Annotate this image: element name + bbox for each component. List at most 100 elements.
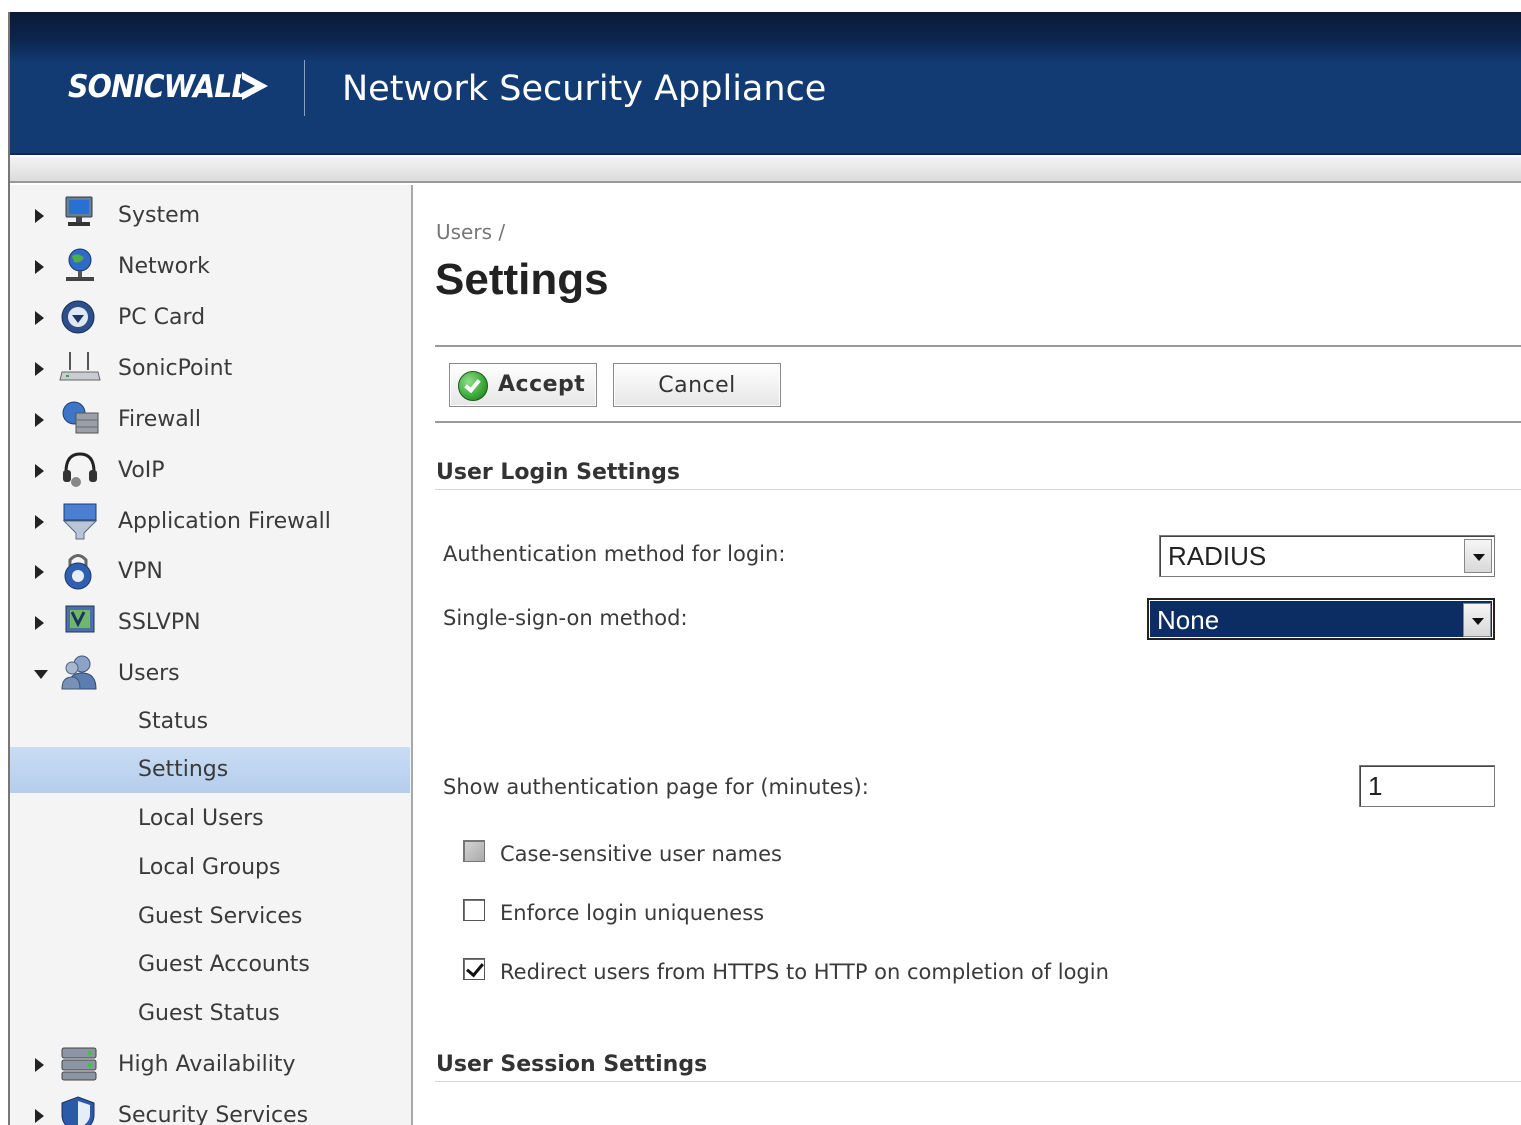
enforce-uniqueness-label: Enforce login uniqueness: [500, 901, 765, 925]
sslvpn-icon: [65, 605, 95, 633]
sidebar-item-high-availability[interactable]: High Availability: [10, 1040, 410, 1088]
expand-arrow-icon[interactable]: [35, 413, 44, 427]
auth-page-duration-label: Show authentication page for (minutes):: [443, 775, 869, 799]
sidebar-subitem-status[interactable]: Status: [10, 699, 410, 745]
redirect-https-label: Redirect users from HTTPS to HTTP on com…: [500, 960, 1109, 984]
breadcrumb[interactable]: Users /: [436, 220, 505, 244]
sidebar-nav: System Network PC Card SonicPoint Firewa…: [10, 185, 413, 1125]
sidebar-item-label: SSLVPN: [118, 610, 201, 635]
sidebar-item-application-firewall[interactable]: Application Firewall: [10, 497, 410, 545]
sidebar-item-vpn[interactable]: VPN: [10, 547, 410, 595]
sidebar-subitem-guest-accounts[interactable]: Guest Accounts: [10, 942, 410, 988]
cancel-button-label: Cancel: [658, 372, 736, 398]
header-divider: [304, 60, 305, 116]
expand-arrow-icon[interactable]: [35, 311, 44, 325]
app-header: SONICWALL Network Security Appliance: [10, 12, 1521, 155]
app-window: SONICWALL Network Security Appliance Sys…: [8, 12, 1521, 1125]
globe-network-icon: [66, 248, 94, 281]
collapse-arrow-icon[interactable]: [34, 670, 48, 679]
sidebar-item-sonicpoint[interactable]: SonicPoint: [10, 344, 410, 392]
section-title-user-session-settings: User Session Settings: [436, 1052, 708, 1077]
expand-arrow-icon[interactable]: [35, 260, 44, 274]
page-title: Settings: [435, 255, 609, 304]
sidebar-subitem-label: Guest Accounts: [138, 952, 310, 977]
sidebar-subitem-label: Settings: [138, 757, 229, 782]
redirect-https-checkbox[interactable]: [463, 958, 485, 980]
auth-method-select[interactable]: RADIUS: [1159, 535, 1495, 577]
toolbar-divider: [435, 345, 1521, 347]
firewall-globe-icon: [62, 401, 99, 434]
sidebar-item-label: VPN: [118, 559, 163, 584]
sidebar-subitem-guest-services[interactable]: Guest Services: [10, 894, 410, 940]
sidebar-subitem-settings[interactable]: Settings: [10, 747, 410, 793]
sidebar-item-pc-card[interactable]: PC Card: [10, 293, 410, 341]
case-sensitive-checkbox[interactable]: [463, 840, 485, 862]
expand-arrow-icon[interactable]: [35, 515, 44, 529]
sidebar-subitem-label: Guest Status: [138, 1001, 280, 1026]
auth-method-value: RADIUS: [1168, 541, 1267, 571]
enforce-uniqueness-checkbox[interactable]: [463, 899, 485, 921]
monitor-icon: [65, 196, 93, 226]
sidebar-item-voip[interactable]: VoIP: [10, 446, 410, 494]
sidebar-subitem-label: Guest Services: [138, 904, 303, 929]
expand-arrow-icon[interactable]: [35, 464, 44, 478]
sso-method-value: None: [1157, 605, 1220, 635]
sidebar-item-label: System: [118, 203, 201, 228]
dropdown-arrow-icon[interactable]: [1463, 603, 1491, 637]
vpn-lock-icon: [64, 554, 92, 590]
auth-page-duration-input[interactable]: [1359, 765, 1495, 807]
expand-arrow-icon[interactable]: [35, 209, 44, 223]
sidebar-item-label: VoIP: [118, 458, 165, 483]
users-icon: [61, 655, 97, 690]
expand-arrow-icon[interactable]: [35, 565, 44, 579]
case-sensitive-label: Case-sensitive user names: [500, 842, 782, 866]
sso-method-select[interactable]: None: [1147, 598, 1495, 640]
sidebar-subitem-label: Local Users: [138, 806, 264, 831]
sidebar-subitem-label: Local Groups: [138, 855, 281, 880]
sidebar-subitem-local-groups[interactable]: Local Groups: [10, 845, 410, 891]
main-content: Users / Settings Accept Cancel User Logi…: [415, 185, 1521, 1125]
server-rack-icon: [61, 1047, 97, 1081]
sidebar-item-label: SonicPoint: [118, 356, 233, 381]
sidebar-item-label: PC Card: [118, 305, 206, 330]
sidebar-item-system[interactable]: System: [10, 191, 410, 239]
application-firewall-icon: [62, 503, 98, 540]
expand-arrow-icon[interactable]: [35, 362, 44, 376]
headset-icon: [63, 452, 97, 487]
expand-arrow-icon[interactable]: [35, 616, 44, 630]
section-divider: [435, 1081, 1521, 1082]
sonicwall-logo: SONICWALL: [68, 69, 250, 105]
section-divider: [435, 489, 1521, 490]
sidebar-item-label: Firewall: [118, 407, 201, 432]
expand-arrow-icon[interactable]: [35, 1109, 44, 1123]
sso-method-label: Single-sign-on method:: [443, 606, 688, 630]
auth-method-label: Authentication method for login:: [443, 542, 786, 566]
cancel-button[interactable]: Cancel: [613, 363, 781, 407]
app-title: Network Security Appliance: [342, 69, 827, 109]
sidebar-item-label: Application Firewall: [118, 509, 331, 534]
sidebar-item-network[interactable]: Network: [10, 242, 410, 290]
check-icon: [458, 371, 488, 401]
pc-card-icon: [61, 300, 95, 334]
section-title-user-login-settings: User Login Settings: [436, 460, 680, 485]
sidebar-subitem-guest-status[interactable]: Guest Status: [10, 991, 410, 1037]
sidebar-item-label: High Availability: [118, 1052, 296, 1077]
sidebar-item-label: Network: [118, 254, 210, 279]
wireless-access-point-icon: [59, 352, 101, 381]
accept-button[interactable]: Accept: [449, 363, 597, 407]
accept-button-label: Accept: [498, 372, 586, 397]
logo-swoosh-cutout: [240, 78, 255, 94]
sidebar-subitem-local-users[interactable]: Local Users: [10, 796, 410, 842]
sidebar-subitem-label: Status: [138, 709, 209, 734]
sidebar-item-label: Users: [118, 661, 180, 686]
expand-arrow-icon[interactable]: [35, 1058, 44, 1072]
sidebar-item-firewall[interactable]: Firewall: [10, 395, 410, 443]
shield-icon: [61, 1096, 95, 1125]
header-substrip: [10, 157, 1521, 183]
sidebar-item-security-services[interactable]: Security Services: [10, 1091, 410, 1125]
sidebar-item-sslvpn[interactable]: SSLVPN: [10, 598, 410, 646]
toolbar-divider: [435, 421, 1521, 423]
dropdown-arrow-icon[interactable]: [1464, 539, 1492, 573]
sidebar-item-label: Security Services: [118, 1103, 309, 1125]
sidebar-item-users[interactable]: Users: [10, 649, 410, 697]
